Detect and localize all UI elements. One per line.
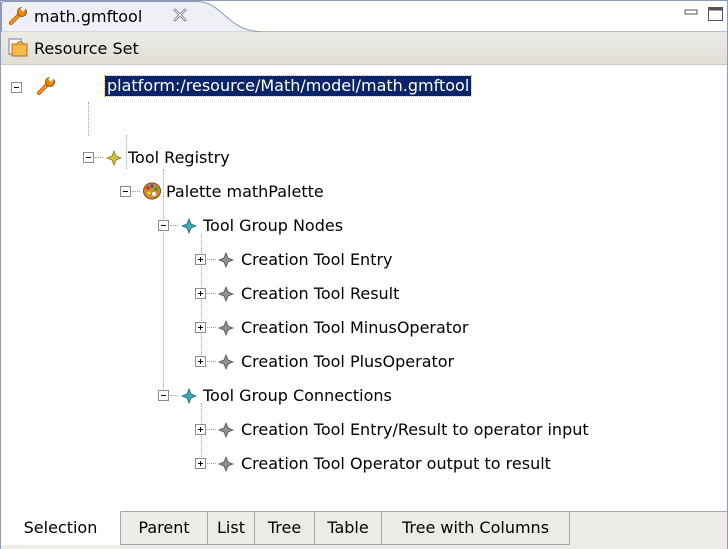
- tab-table[interactable]: Table: [315, 512, 382, 545]
- tree-item-palette[interactable]: Palette mathPalette: [166, 182, 324, 202]
- tree-connector: [132, 191, 140, 192]
- connection-item-expand-toggle[interactable]: [195, 424, 206, 435]
- root-collapse-toggle[interactable]: [11, 82, 22, 93]
- tree-connector: [207, 361, 216, 362]
- model-tree: platform:/resource/Math/model/math.gmfto…: [1, 65, 727, 511]
- tree-connector: [88, 102, 89, 136]
- resource-set-header: Resource Set: [1, 32, 727, 65]
- editor-window: math.gmftool Resource Set platform:/reso…: [0, 0, 728, 549]
- tree-root-item[interactable]: platform:/resource/Math/model/math.gmfto…: [103, 75, 473, 97]
- diamond-icon: [217, 353, 235, 374]
- tree-item-tool-entry[interactable]: Creation Tool Entry: [241, 250, 393, 270]
- tree-item-connection-input[interactable]: Creation Tool Entry/Result to operator i…: [241, 420, 589, 440]
- tab-parent[interactable]: Parent: [121, 512, 208, 545]
- wrench-icon: [8, 6, 28, 30]
- diamond-icon: [217, 285, 235, 306]
- tree-item-tool-result[interactable]: Creation Tool Result: [241, 284, 399, 304]
- tree-item-registry[interactable]: Tool Registry: [128, 148, 230, 168]
- editor-tab[interactable]: math.gmftool: [1, 1, 262, 32]
- tab-tree-with-columns[interactable]: Tree with Columns: [382, 512, 570, 545]
- tree-item-group-connections[interactable]: Tool Group Connections: [203, 386, 392, 406]
- tree-connector: [207, 327, 216, 328]
- close-icon[interactable]: [171, 6, 189, 28]
- tree-item-tool-plus[interactable]: Creation Tool PlusOperator: [241, 352, 454, 372]
- tree-connector: [126, 135, 127, 169]
- tab-selection[interactable]: Selection: [1, 511, 121, 545]
- diamond-icon: [217, 421, 235, 442]
- tree-connector: [170, 225, 178, 226]
- resource-set-icon: [7, 38, 29, 62]
- editor-tab-strip: math.gmftool: [1, 1, 727, 32]
- tree-connector: [207, 259, 216, 260]
- tab-tree[interactable]: Tree: [255, 512, 315, 545]
- tree-connector: [207, 293, 216, 294]
- minimize-icon[interactable]: [684, 6, 698, 25]
- palette-icon: [142, 181, 162, 205]
- palette-collapse-toggle[interactable]: [120, 186, 131, 197]
- wrench-icon: [36, 76, 56, 100]
- tree-item-tool-minus[interactable]: Creation Tool MinusOperator: [241, 318, 468, 338]
- node-item-expand-toggle[interactable]: [195, 356, 206, 367]
- node-item-expand-toggle[interactable]: [195, 288, 206, 299]
- diamond-icon: [105, 149, 123, 170]
- resource-set-label: Resource Set: [34, 39, 139, 58]
- node-item-expand-toggle[interactable]: [195, 322, 206, 333]
- diamond-icon: [217, 319, 235, 340]
- tree-connector: [163, 169, 164, 399]
- tree-item-connection-output[interactable]: Creation Tool Operator output to result: [241, 454, 551, 474]
- diamond-icon: [217, 251, 235, 272]
- diamond-icon: [217, 455, 235, 476]
- tree-connector: [207, 463, 216, 464]
- group-nodes-collapse-toggle[interactable]: [158, 220, 169, 231]
- tree-connector: [170, 395, 178, 396]
- group-connections-collapse-toggle[interactable]: [158, 390, 169, 401]
- editor-tab-title: math.gmftool: [34, 7, 143, 26]
- tree-connector: [95, 157, 103, 158]
- connection-item-expand-toggle[interactable]: [195, 458, 206, 469]
- tab-list[interactable]: List: [208, 512, 255, 545]
- node-item-expand-toggle[interactable]: [195, 254, 206, 265]
- maximize-icon[interactable]: [707, 6, 725, 26]
- registry-collapse-toggle[interactable]: [83, 152, 94, 163]
- diamond-icon: [180, 387, 198, 408]
- diamond-icon: [180, 217, 198, 238]
- tree-connector: [207, 429, 216, 430]
- tree-item-group-nodes[interactable]: Tool Group Nodes: [203, 216, 343, 236]
- page-tabs: Selection Parent List Tree Table Tree wi…: [1, 511, 727, 549]
